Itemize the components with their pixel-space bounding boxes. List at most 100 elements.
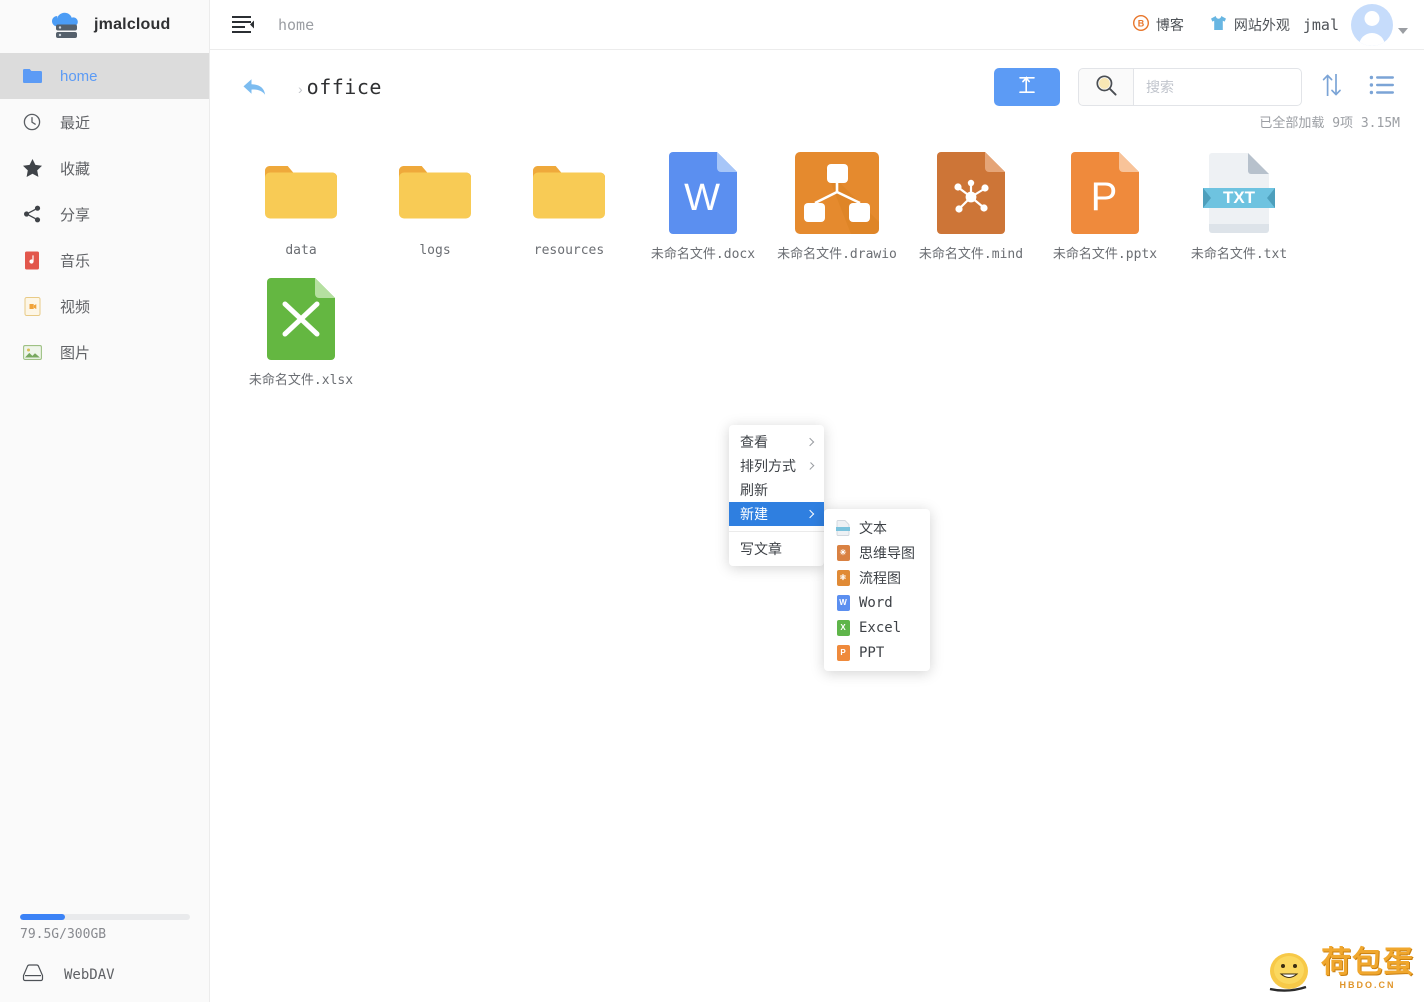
search-button[interactable] — [1078, 68, 1134, 106]
file-name-label: 未命名文件.mind — [918, 247, 1024, 262]
sidebar-item-label: home — [60, 67, 98, 85]
mindmap-file-icon — [937, 151, 1005, 235]
file-item[interactable]: TXT 未命名文件.txt — [1172, 151, 1306, 277]
load-status-label: 已全部加载 9项 3.15M — [1259, 116, 1400, 131]
sidebar-item-recent[interactable]: 最近 — [0, 99, 209, 145]
file-item[interactable]: logs — [368, 151, 502, 277]
folder-icon — [265, 151, 337, 235]
sidebar-nav: home 最近 收藏 分享 音乐 视频 图片 — [0, 53, 209, 375]
cloud-server-icon — [48, 9, 84, 41]
submenu-item-label: Excel — [859, 619, 902, 636]
context-menu-divider — [729, 531, 824, 532]
submenu-item-excel[interactable]: X Excel — [824, 615, 930, 640]
context-menu-item-label: 新建 — [740, 506, 768, 522]
submenu-item-ppt[interactable]: P PPT — [824, 640, 930, 665]
topbar-link-appearance[interactable]: 网站外观 — [1197, 15, 1303, 35]
sidebar-item-video[interactable]: 视频 — [0, 283, 209, 329]
sidebar-item-label: 音乐 — [60, 252, 91, 270]
back-arrow-icon[interactable] — [238, 70, 272, 104]
context-menu-item-label: 刷新 — [740, 482, 768, 498]
submenu-item-label: Word — [859, 594, 893, 611]
context-menu-item-refresh[interactable]: 刷新 — [729, 478, 824, 502]
file-item[interactable]: resources — [502, 151, 636, 277]
context-menu-item-view[interactable]: 查看 — [729, 430, 824, 454]
brand[interactable]: jmalcloud — [0, 0, 209, 50]
word-file-icon: W — [836, 594, 850, 611]
sidebar-item-label: 最近 — [60, 114, 91, 132]
clock-icon — [22, 112, 42, 132]
storage-usage-label: 79.5G/300GB — [20, 927, 107, 942]
drawio-file-icon: ⚛ — [836, 569, 850, 586]
submenu-item-mindmap[interactable]: ✳ 思维导图 — [824, 540, 930, 565]
webdav-label: WebDAV — [64, 967, 115, 983]
sidebar-item-webdav[interactable]: WebDAV — [20, 964, 190, 986]
app-root: jmalcloud home 最近 收藏 分享 音乐 视频 图片 79.5G/3… — [0, 0, 1424, 1002]
mindmap-glyph: ✳ — [836, 544, 850, 561]
search-group — [1078, 68, 1302, 106]
file-item[interactable]: P 未命名文件.pptx — [1038, 151, 1172, 277]
file-item[interactable]: 未命名文件.xlsx — [234, 277, 368, 403]
submenu-item-label: 文本 — [859, 520, 887, 537]
file-name-label: data — [285, 243, 317, 258]
avatar[interactable] — [1351, 3, 1408, 46]
excel-file-icon — [267, 277, 335, 361]
context-menu-item-new[interactable]: 新建 — [729, 502, 824, 526]
topbar-link-label: 博客 — [1155, 16, 1184, 33]
file-item[interactable]: W 未命名文件.docx — [636, 151, 770, 277]
sidebar-footer: 79.5G/300GB WebDAV — [0, 914, 210, 1002]
submenu-item-flowchart[interactable]: ⚛ 流程图 — [824, 565, 930, 590]
drawio-file-icon — [795, 151, 879, 235]
ppt-file-icon: P — [836, 644, 850, 661]
folder-icon — [533, 151, 605, 235]
user-avatar-icon — [1351, 3, 1393, 46]
hamburger-icon[interactable] — [232, 16, 254, 34]
upload-icon — [1016, 75, 1038, 100]
upload-button[interactable] — [994, 68, 1060, 106]
file-grid: data logs resources W 未命名文件.docx 未命名文件.d… — [210, 131, 1424, 403]
image-file-icon — [22, 342, 42, 362]
sort-updown-icon — [1320, 72, 1344, 103]
sidebar-item-music[interactable]: 音乐 — [0, 237, 209, 283]
watermark-subtitle: HBDO.CN — [1339, 980, 1396, 990]
word-glyph: W — [836, 594, 850, 611]
topbar-link-blog[interactable]: B 博客 — [1120, 14, 1197, 35]
sort-button[interactable] — [1312, 67, 1352, 107]
file-name-label: 未命名文件.txt — [1190, 247, 1288, 262]
breadcrumb-separator: › — [298, 81, 303, 97]
context-menu-item-sort[interactable]: 排列方式 — [729, 454, 824, 478]
breadcrumb-current[interactable]: office — [307, 75, 382, 99]
ppt-file-icon: P — [1071, 151, 1139, 235]
brand-name: jmalcloud — [94, 16, 171, 33]
context-menu-item-label: 排列方式 — [740, 458, 796, 474]
file-name-label: 未命名文件.docx — [650, 247, 756, 262]
search-input[interactable] — [1134, 68, 1302, 106]
topbar-right: B 博客 网站外观 jmal — [1120, 3, 1408, 46]
context-menu-item-write-article[interactable]: 写文章 — [729, 537, 824, 561]
search-icon — [1095, 74, 1117, 101]
submenu-item-word[interactable]: W Word — [824, 590, 930, 615]
file-name-label: logs — [419, 243, 451, 258]
submenu-item-label: 流程图 — [859, 570, 901, 587]
mindmap-file-icon: ✳ — [836, 544, 850, 561]
submenu-item-text[interactable]: 文本 — [824, 515, 930, 540]
file-item[interactable]: 未命名文件.mind — [904, 151, 1038, 277]
sidebar-item-home[interactable]: home — [0, 53, 209, 99]
sidebar: jmalcloud home 最近 收藏 分享 音乐 视频 图片 79.5G/3… — [0, 0, 210, 1002]
topbar-username[interactable]: jmal — [1303, 16, 1351, 34]
file-item[interactable]: 未命名文件.drawio — [770, 151, 904, 277]
excel-glyph: X — [836, 619, 850, 636]
blog-icon: B — [1132, 14, 1149, 34]
caret-down-icon[interactable] — [1398, 27, 1408, 34]
view-mode-button[interactable] — [1362, 67, 1402, 107]
share-icon — [22, 204, 42, 224]
sidebar-item-pictures[interactable]: 图片 — [0, 329, 209, 375]
sidebar-item-favorites[interactable]: 收藏 — [0, 145, 209, 191]
video-file-icon — [22, 296, 42, 316]
submenu-item-label: PPT — [859, 644, 885, 661]
top-bar: home B 博客 网站外观 jmal — [210, 0, 1424, 50]
egg-mascot-icon — [1262, 944, 1316, 994]
sidebar-item-share[interactable]: 分享 — [0, 191, 209, 237]
file-item[interactable]: data — [234, 151, 368, 277]
storage-progress-bar — [20, 914, 190, 920]
toolbar-actions — [994, 67, 1402, 107]
